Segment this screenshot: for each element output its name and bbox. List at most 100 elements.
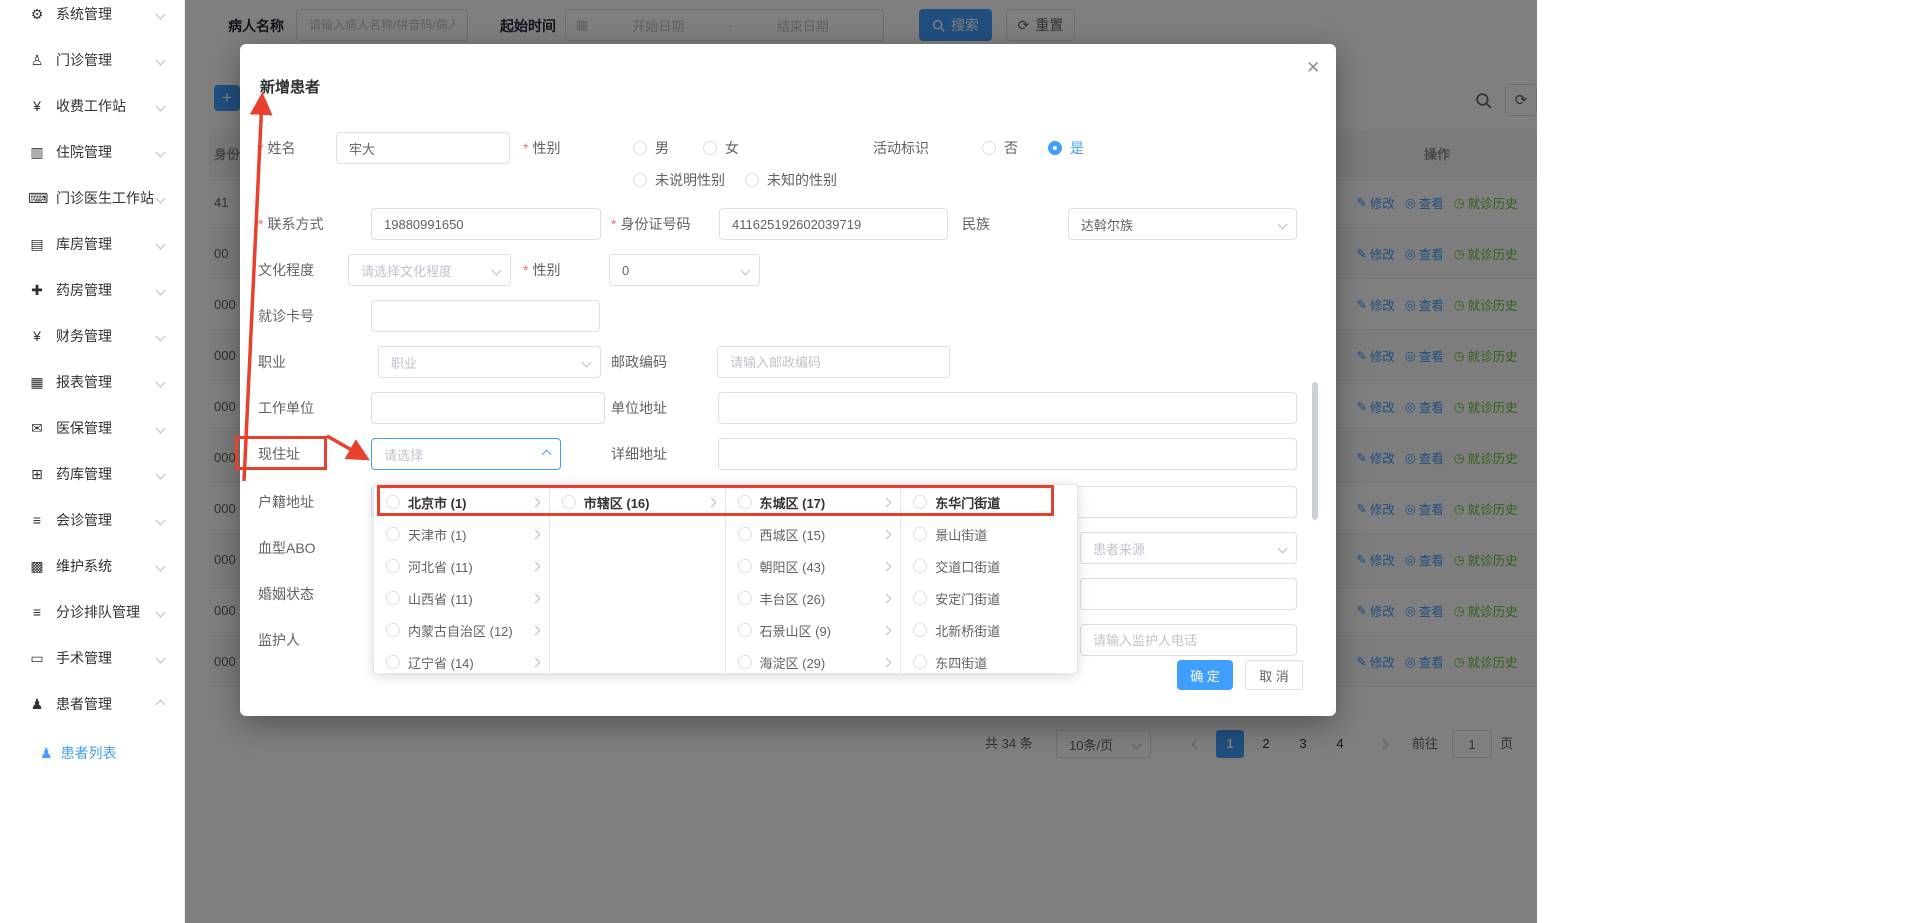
sidebar-item-label: 库房管理 — [56, 234, 112, 254]
cascader-option-shanxi[interactable]: 山西省 (11) — [374, 582, 549, 614]
sidebar-item-insurance[interactable]: ✉医保管理 — [0, 405, 184, 451]
cascader-option-shijingshan[interactable]: 石景山区 (9) — [726, 614, 901, 646]
chevron-right-icon — [530, 497, 540, 507]
occupation-select[interactable]: 职业 — [378, 346, 601, 378]
sidebar-item-fee-station[interactable]: ¥ 收费工作站 — [0, 83, 184, 129]
pharmacy-icon: ✚ — [28, 282, 46, 299]
sidebar-item-system[interactable]: ⚙系统管理 — [0, 0, 184, 37]
cascader-option-jiaodaokou[interactable]: 交道口街道 — [901, 550, 1077, 582]
cascader-option-fengtai[interactable]: 丰台区 (26) — [726, 582, 901, 614]
cascader-option-beixinqiao[interactable]: 北新桥街道 — [901, 614, 1077, 646]
sidebar-item-label: 维护系统 — [56, 556, 112, 576]
sidebar-item-surgery[interactable]: ▭手术管理 — [0, 635, 184, 681]
cascader-option-chaoyang[interactable]: 朝阳区 (43) — [726, 550, 901, 582]
patient-list-icon: ♟ — [40, 745, 53, 762]
education-placeholder: 请选择文化程度 — [361, 261, 452, 280]
cancel-button[interactable]: 取 消 — [1245, 660, 1303, 690]
id-number-input[interactable] — [719, 208, 948, 240]
sidebar-item-consultation[interactable]: ≡会诊管理 — [0, 497, 184, 543]
blood-type-label: 血型ABO — [258, 532, 316, 564]
chevron-down-icon — [156, 55, 166, 65]
cascader-option-donghuamen[interactable]: 东华门街道 — [901, 486, 1077, 518]
active-flag-radio-yes[interactable]: 是 — [1048, 132, 1084, 164]
radio-icon — [386, 591, 400, 605]
gender2-select[interactable]: 0 — [609, 254, 760, 286]
cascader-option-dongcheng[interactable]: 东城区 (17) — [726, 486, 901, 518]
chevron-down-icon — [156, 469, 166, 479]
cascader-option-liaoning[interactable]: 辽宁省 (14) — [374, 646, 549, 673]
close-icon[interactable]: ✕ — [1306, 58, 1320, 78]
cascader-option-tianjin[interactable]: 天津市 (1) — [374, 518, 549, 550]
radio-icon — [738, 527, 752, 541]
cascader-option-haidian[interactable]: 海淀区 (29) — [726, 646, 901, 673]
sidebar-item-label: 系统管理 — [56, 4, 112, 24]
card-no-input[interactable] — [371, 300, 600, 332]
insurance-icon: ✉ — [28, 420, 46, 437]
cascader-option-jingshan[interactable]: 景山街道 — [901, 518, 1077, 550]
card-no-label: 就诊卡号 — [258, 300, 314, 332]
marital-right-input[interactable] — [1080, 578, 1297, 610]
sidebar-item-inpatient[interactable]: ▥住院管理 — [0, 129, 184, 175]
cascader-option-dongsi[interactable]: 东四街道 — [901, 646, 1077, 673]
sidebar-item-report[interactable]: ▦报表管理 — [0, 359, 184, 405]
confirm-button[interactable]: 确 定 — [1177, 660, 1233, 690]
screen: ⚙系统管理 ♙门诊管理 ¥收费工作站 ▥住院管理 ⌨门诊医生工作站 ▤库房管理 … — [0, 0, 1910, 923]
fee-station-icon: ¥ — [28, 98, 46, 114]
sidebar-item-drug-store[interactable]: ⊞药库管理 — [0, 451, 184, 497]
education-select[interactable]: 请选择文化程度 — [348, 254, 511, 286]
sidebar-item-outpatient[interactable]: ♙门诊管理 — [0, 37, 184, 83]
sidebar-item-label: 报表管理 — [56, 372, 112, 392]
contact-input[interactable] — [371, 208, 601, 240]
chevron-down-icon — [156, 377, 166, 387]
radio-icon — [562, 495, 576, 509]
ethnicity-label: 民族 — [962, 208, 990, 240]
guardian-phone-input[interactable] — [1080, 624, 1297, 656]
sidebar-item-patient-mgmt[interactable]: ♟患者管理 — [0, 681, 184, 727]
gender-radio-unknown[interactable]: 未知的性别 — [745, 164, 837, 196]
detail-address-input[interactable] — [718, 438, 1297, 470]
cascader-option-xicheng[interactable]: 西城区 (15) — [726, 518, 901, 550]
sidebar-item-warehouse[interactable]: ▤库房管理 — [0, 221, 184, 267]
sidebar-item-label: 会诊管理 — [56, 510, 112, 530]
radio-icon — [386, 495, 400, 509]
gender2-value: 0 — [622, 263, 629, 278]
unit-address-input[interactable] — [718, 392, 1297, 424]
postcode-input[interactable] — [717, 346, 950, 378]
name-input[interactable] — [336, 132, 510, 164]
sidebar-item-doctor-station[interactable]: ⌨门诊医生工作站 — [0, 175, 184, 221]
cascader-province-column: 北京市 (1) 天津市 (1) 河北省 (11) 山西省 (11) 内蒙古自治区… — [374, 485, 550, 673]
doctor-station-icon: ⌨ — [28, 190, 46, 207]
cascader-option-neimenggu[interactable]: 内蒙古自治区 (12) — [374, 614, 549, 646]
dialog-scrollbar[interactable] — [1312, 382, 1318, 520]
patient-source-select[interactable]: 患者来源 — [1080, 532, 1297, 564]
sidebar-item-patient-list[interactable]: ♟患者列表 — [0, 733, 184, 773]
sidebar-item-queue[interactable]: ≡分诊排队管理 — [0, 589, 184, 635]
id-number-label: *身份证号码 — [611, 208, 690, 240]
marital-status-label: 婚姻状态 — [258, 578, 314, 610]
sidebar-item-pharmacy[interactable]: ✚药房管理 — [0, 267, 184, 313]
gender-radio-male[interactable]: 男 — [633, 132, 669, 164]
surgery-icon: ▭ — [28, 650, 46, 667]
chevron-right-icon — [530, 625, 540, 635]
cascader-option-andingmen[interactable]: 安定门街道 — [901, 582, 1077, 614]
radio-icon — [738, 495, 752, 509]
patient-source-placeholder: 患者来源 — [1093, 539, 1145, 558]
gender-radio-unstated[interactable]: 未说明性别 — [633, 164, 725, 196]
gender-radio-female[interactable]: 女 — [703, 132, 739, 164]
sidebar-item-maintenance[interactable]: ▩维护系统 — [0, 543, 184, 589]
radio-icon — [703, 141, 717, 155]
cascader-option-beijing[interactable]: 北京市 (1) — [374, 486, 549, 518]
sidebar-item-label: 收费工作站 — [56, 96, 126, 116]
active-flag-radio-no[interactable]: 否 — [982, 132, 1018, 164]
sidebar: ⚙系统管理 ♙门诊管理 ¥收费工作站 ▥住院管理 ⌨门诊医生工作站 ▤库房管理 … — [0, 0, 185, 923]
sidebar-item-finance[interactable]: ¥财务管理 — [0, 313, 184, 359]
unit-address-label: 单位地址 — [611, 392, 667, 424]
radio-icon — [913, 495, 927, 509]
cascader-option-shixiaqu[interactable]: 市辖区 (16) — [550, 486, 725, 518]
ethnicity-select[interactable]: 达斡尔族 — [1068, 208, 1297, 240]
postcode-label: 邮政编码 — [611, 346, 667, 378]
current-address-cascader[interactable]: 请选择 — [371, 438, 561, 470]
cascader-option-hebei[interactable]: 河北省 (11) — [374, 550, 549, 582]
work-unit-input[interactable] — [371, 392, 605, 424]
chevron-down-icon — [1278, 219, 1288, 229]
